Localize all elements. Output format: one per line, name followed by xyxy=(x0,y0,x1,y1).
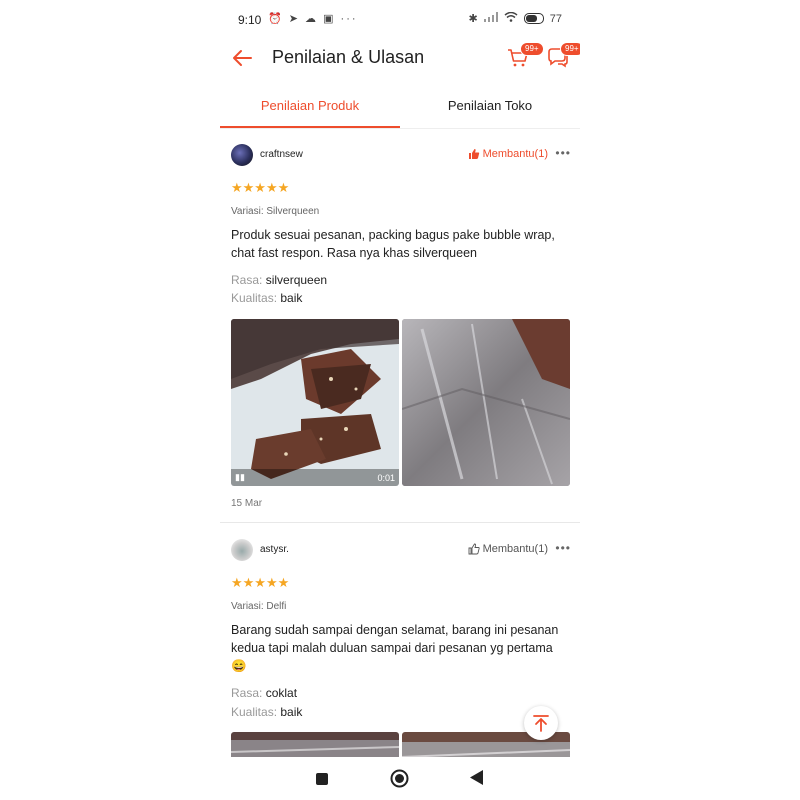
review-video-thumbnail[interactable]: ▮▮ 0:01 xyxy=(231,319,399,486)
back-arrow-icon[interactable] xyxy=(230,46,256,72)
variation-label: Variasi: Delfi xyxy=(231,601,287,612)
review-tabs: Penilaian Produk Penilaian Toko xyxy=(220,88,580,129)
review-card: craftnsew Membantu(1) ••• ★★★★★ Variasi:… xyxy=(220,128,580,523)
video-duration: 0:01 xyxy=(377,473,395,483)
wifi-icon xyxy=(504,11,518,25)
status-time: 9:10 xyxy=(238,13,262,27)
attribute-row: Rasa: silverqueen xyxy=(231,273,327,287)
video-icon: ▮▮ xyxy=(235,472,245,482)
rating-stars: ★★★★★ xyxy=(231,180,290,195)
home-button[interactable] xyxy=(390,769,409,793)
thumbs-up-icon xyxy=(468,149,479,159)
attribute-key: Rasa: xyxy=(231,273,263,287)
review-username[interactable]: astysr. xyxy=(260,544,289,555)
system-icons: ✱ 77 xyxy=(468,11,562,25)
attribute-row: Kualitas: baik xyxy=(231,291,302,305)
attribute-row: Kualitas: baik xyxy=(231,705,302,719)
signal-icon xyxy=(483,12,498,25)
notification-icons: ⏰ ➤ ☁ ▣ ··· xyxy=(268,13,358,25)
app-bar: Penilaian & Ulasan 99+ 99+ xyxy=(220,40,580,80)
attribute-value: silverqueen xyxy=(265,273,328,287)
helpful-label: Membantu(1) xyxy=(482,543,548,555)
avatar[interactable] xyxy=(231,144,253,166)
tab-penilaian-toko[interactable]: Penilaian Toko xyxy=(400,88,580,128)
bluetooth-icon: ✱ xyxy=(468,13,478,25)
recent-apps-button[interactable] xyxy=(316,772,328,790)
attribute-key: Rasa: xyxy=(231,686,263,700)
system-nav-bar xyxy=(220,757,580,800)
scroll-to-top-button[interactable] xyxy=(524,706,558,740)
arrow-up-icon xyxy=(533,715,549,732)
rating-stars: ★★★★★ xyxy=(231,575,290,590)
chat-button[interactable]: 99+ xyxy=(546,42,580,72)
avatar[interactable] xyxy=(231,539,253,561)
cart-button[interactable]: 99+ xyxy=(506,42,544,72)
review-username[interactable]: craftnsew xyxy=(260,149,303,160)
battery-level: 77 xyxy=(549,12,562,25)
helpful-button[interactable]: Membantu(1) xyxy=(468,148,548,160)
variation-label: Variasi: Silverqueen xyxy=(231,206,320,217)
tab-penilaian-produk[interactable]: Penilaian Produk xyxy=(220,88,400,128)
attribute-value: coklat xyxy=(265,686,298,700)
attribute-value: baik xyxy=(280,291,303,305)
chat-badge: 99+ xyxy=(560,42,580,56)
back-button[interactable] xyxy=(470,770,484,790)
review-text: Produk sesuai pesanan, packing bagus pak… xyxy=(231,228,555,260)
battery-icon xyxy=(523,13,544,24)
cart-badge: 99+ xyxy=(520,42,544,56)
more-options-icon[interactable]: ••• xyxy=(555,541,571,555)
back-triangle-icon xyxy=(470,770,483,785)
helpful-button[interactable]: Membantu(1) xyxy=(468,543,548,555)
review-text: Barang sudah sampai dengan selamat, bara… xyxy=(231,623,559,673)
square-icon xyxy=(316,773,328,785)
more-options-icon[interactable]: ••• xyxy=(555,146,571,160)
review-date: 15 Mar xyxy=(231,498,263,509)
review-photo-thumbnail[interactable] xyxy=(402,319,570,486)
attribute-key: Kualitas: xyxy=(231,705,278,719)
thumbs-up-icon xyxy=(468,543,480,555)
status-bar: 9:10 ⏰ ➤ ☁ ▣ ··· ✱ 77 xyxy=(220,0,580,40)
helpful-label: Membantu(1) xyxy=(482,148,548,160)
page-title: Penilaian & Ulasan xyxy=(272,47,425,67)
attribute-row: Rasa: coklat xyxy=(231,686,297,700)
attribute-key: Kualitas: xyxy=(231,291,278,305)
home-circle-icon xyxy=(390,769,409,788)
attribute-value: baik xyxy=(280,705,303,719)
phone-screen: 9:10 ⏰ ➤ ☁ ▣ ··· ✱ 77 Penilaian & Ulasan… xyxy=(220,0,580,800)
